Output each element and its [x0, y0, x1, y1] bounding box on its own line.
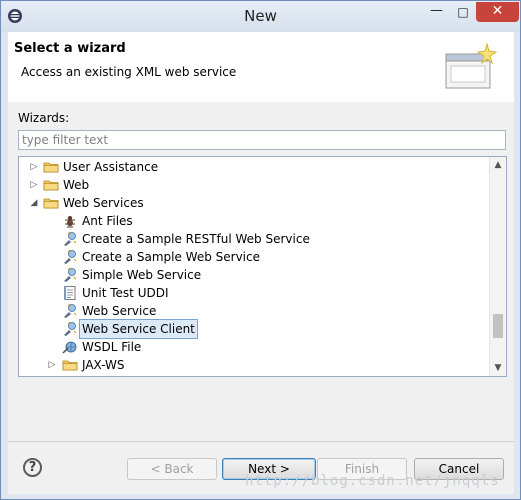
expand-arrow-closed-icon[interactable]: ▷ — [29, 158, 39, 176]
scrollbar-thumb[interactable] — [493, 314, 503, 338]
tree-item[interactable]: ▷ Web — [19, 176, 489, 194]
expand-arrow-open-icon[interactable]: ◢ — [29, 194, 39, 212]
document-icon — [62, 285, 78, 301]
folder-icon — [43, 177, 59, 193]
title-bar[interactable]: New — □ ✕ — [1, 1, 520, 32]
tree-item[interactable]: ▷ JAX-WS — [19, 356, 489, 374]
folder-icon — [43, 195, 59, 211]
wizard-header: Select a wizard Access an existing XML w… — [8, 32, 514, 103]
tree-vertical-scrollbar[interactable]: ▲ ▼ — [489, 157, 506, 376]
wsdl-file-icon — [62, 339, 78, 355]
ant-icon — [62, 213, 78, 229]
web-service-icon — [62, 249, 78, 265]
tree-item[interactable]: Ant Files — [19, 212, 489, 230]
tree-item[interactable]: Web Service — [19, 302, 489, 320]
tree-item-label: Unit Test UDDI — [82, 286, 169, 300]
tree-item-label: WSDL File — [82, 340, 142, 354]
new-wizard-dialog: New — □ ✕ Select a wizard Access an exis… — [0, 0, 521, 500]
tree-item-label: Web — [63, 178, 90, 192]
tree-item[interactable]: Simple Web Service — [19, 266, 489, 284]
wizards-label: Wizards: — [18, 111, 70, 125]
web-service-icon — [62, 303, 78, 319]
tree-item-label: Create a Sample RESTful Web Service — [82, 232, 310, 246]
folder-icon — [43, 159, 59, 175]
page-description: Access an existing XML web service — [21, 65, 237, 79]
expand-arrow-closed-icon[interactable]: ▷ — [29, 176, 39, 194]
tree-item-label: Create a Sample Web Service — [82, 250, 260, 264]
tree-item-label: Simple Web Service — [82, 268, 202, 282]
tree-item[interactable]: WSDL File — [19, 338, 489, 356]
tree-item-label: JAX-WS — [82, 358, 125, 372]
close-button[interactable]: ✕ — [476, 2, 519, 22]
tree-item[interactable]: Unit Test UDDI — [19, 284, 489, 302]
filter-input[interactable] — [18, 130, 506, 150]
watermark-text: http://blog.csdn.net/jnqqls — [245, 473, 500, 489]
page-title: Select a wizard — [14, 41, 126, 56]
minimize-button[interactable]: — — [423, 3, 450, 21]
tree-item-label: Ant Files — [82, 214, 133, 228]
web-service-icon — [62, 231, 78, 247]
folder-icon — [62, 357, 78, 373]
tree-item-selected[interactable]: Web Service Client — [19, 319, 489, 339]
tree-item-label: Web Services — [63, 196, 144, 210]
tree-item[interactable]: Create a Sample Web Service — [19, 248, 489, 266]
maximize-button[interactable]: □ — [450, 3, 476, 21]
tree-item-label: Web Service Client — [79, 319, 198, 339]
back-button[interactable]: < Back — [127, 458, 217, 480]
tree-item[interactable]: ◢ Web Services — [19, 194, 489, 212]
wizard-body: Wizards: ▷ JAX-WS WSDL FileWeb Service Cli… — [8, 102, 514, 441]
new-wizard-banner-icon — [445, 42, 498, 89]
help-icon[interactable]: ? — [23, 458, 42, 477]
tree-item[interactable]: Create a Sample RESTful Web Service — [19, 230, 489, 248]
wizard-tree[interactable]: ▷ JAX-WS WSDL File Web Service Client Web Se… — [18, 156, 507, 377]
web-service-icon — [62, 321, 78, 337]
tree-item[interactable]: ▷ User Assistance — [19, 158, 489, 176]
expand-arrow-closed-icon[interactable]: ▷ — [47, 356, 57, 374]
tree-item-label: User Assistance — [63, 160, 159, 174]
web-service-icon — [62, 267, 78, 283]
tree-item-label: Web Service — [82, 304, 157, 318]
scroll-down-arrow-icon[interactable]: ▼ — [490, 360, 506, 376]
button-bar: ? < Back Next > Finish Cancel http://blo… — [8, 441, 514, 494]
scroll-up-arrow-icon[interactable]: ▲ — [490, 157, 506, 173]
